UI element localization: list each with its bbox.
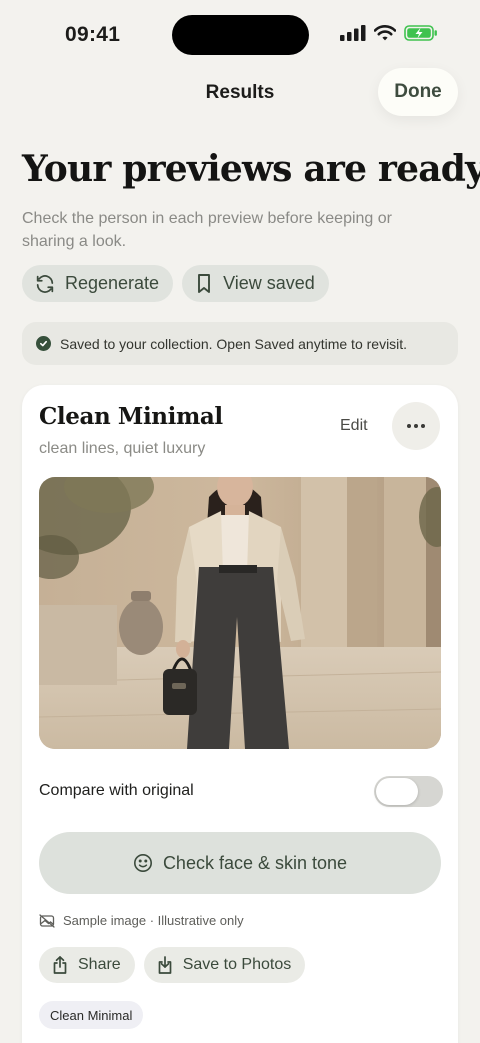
status-bar: 09:41 [0,0,480,70]
sample-note-text: Sample image · Illustrative only [63,913,244,928]
preview-card: Clean Minimal clean lines, quiet luxury … [22,385,458,1043]
share-button[interactable]: Share [39,947,135,983]
card-actions: Share Save to Photos [39,947,306,983]
page-subtitle: Check the person in each preview before … [22,210,392,250]
preview-image [39,477,441,749]
toggle-knob [376,778,418,805]
image-off-icon [39,913,55,928]
saved-notice-text: Saved to your collection. Open Saved any… [60,335,408,352]
regenerate-button[interactable]: Regenerate [22,265,174,302]
look-title: Clean Minimal [39,403,223,430]
style-tag: Clean Minimal [39,1001,144,1029]
view-saved-label: View saved [223,273,315,293]
check-face-button[interactable]: Check face & skin tone [39,832,441,894]
sample-note: Sample image · Illustrative only [39,913,244,928]
regenerate-label: Regenerate [65,273,160,293]
dynamic-island [172,15,309,55]
save-to-photos-button[interactable]: Save to Photos [143,947,306,983]
cellular-signal-icon [340,25,366,41]
done-button[interactable]: Done [378,68,458,116]
refresh-icon [36,274,54,293]
compare-toggle[interactable] [374,776,443,807]
header-actions: Regenerate View saved [22,265,329,302]
page-title: Your previews are ready [22,148,480,190]
edit-button[interactable]: Edit [340,417,368,435]
smiley-face-icon [133,854,152,872]
check-face-label: Check face & skin tone [162,852,348,873]
more-icon [407,424,425,428]
share-label: Share [78,956,121,973]
saved-notice: Saved to your collection. Open Saved any… [22,322,458,365]
status-icons [340,25,438,41]
view-saved-button[interactable]: View saved [182,265,329,302]
download-icon [158,956,172,974]
share-icon [53,956,67,974]
checkmark-icon [36,336,51,351]
battery-charging-icon [404,25,437,41]
save-to-photos-label: Save to Photos [182,956,292,973]
status-time: 09:41 [65,23,121,46]
bookmark-icon [198,273,211,293]
compare-label: Compare with original [39,782,194,799]
more-options-button[interactable] [392,402,440,450]
wifi-icon [374,25,396,41]
look-subtitle: clean lines, quiet luxury [39,440,206,457]
